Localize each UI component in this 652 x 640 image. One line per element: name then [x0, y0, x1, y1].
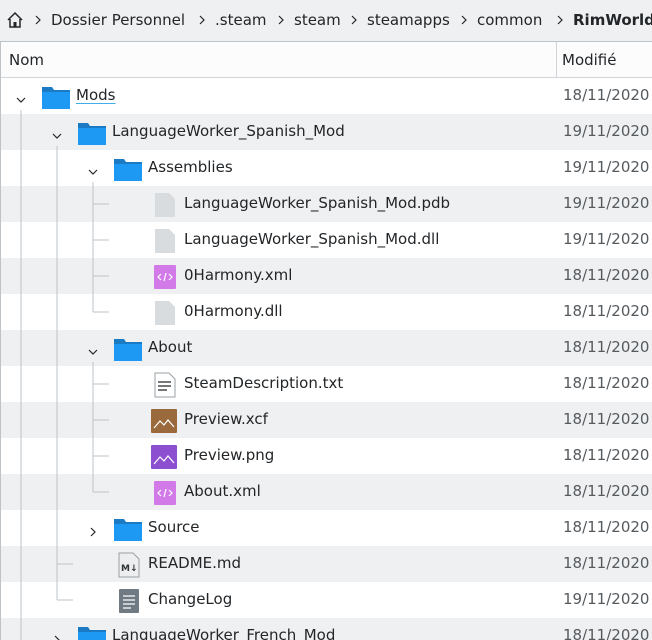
breadcrumb-label: .steam: [215, 11, 267, 29]
chevron-down-icon[interactable]: [16, 91, 26, 103]
modified-date: 18/11/2020: [563, 446, 650, 464]
table-row[interactable]: About.xml 18/11/2020: [1, 474, 652, 510]
file-name: Assemblies: [148, 158, 233, 176]
png-image-icon: [149, 444, 179, 470]
chevron-right-icon: [278, 15, 284, 25]
column-header-modified[interactable]: Modifié: [562, 51, 617, 69]
home-icon[interactable]: [5, 10, 25, 30]
folder-icon: [113, 156, 143, 182]
file-icon: [149, 228, 179, 254]
folder-icon: [113, 336, 143, 362]
table-row[interactable]: Source 18/11/2020: [1, 510, 652, 546]
file-name: 0Harmony.dll: [184, 302, 283, 320]
chevron-right-icon[interactable]: [88, 523, 98, 537]
table-row[interactable]: 0Harmony.dll 18/11/2020: [1, 294, 652, 330]
modified-date: 18/11/2020: [563, 626, 650, 640]
file-name: LanguageWorker_Spanish_Mod.dll: [184, 230, 440, 248]
column-separator[interactable]: [556, 42, 557, 77]
file-name: About: [148, 338, 193, 356]
modified-date: 19/11/2020: [563, 230, 650, 248]
table-row[interactable]: LanguageWorker_Spanish_Mod.pdb 19/11/2020: [1, 186, 652, 222]
file-name: LanguageWorker_French_Mod: [112, 626, 336, 640]
table-row[interactable]: SteamDescription.txt 18/11/2020: [1, 366, 652, 402]
file-name: Preview.png: [184, 446, 275, 464]
chevron-down-icon[interactable]: [52, 127, 62, 139]
file-name: Preview.xcf: [184, 410, 268, 428]
column-header: Nom Modifié: [1, 42, 652, 78]
table-row[interactable]: Preview.png 18/11/2020: [1, 438, 652, 474]
file-tree-view[interactable]: Nom Modifié Mods 18/11/2020 LanguageWorker…: [0, 41, 652, 640]
breadcrumb: Dossier Personnel .steam steam steamapps…: [0, 0, 652, 41]
table-row[interactable]: LanguageWorker_Spanish_Mod.dll 19/11/2020: [1, 222, 652, 258]
table-row[interactable]: ChangeLog 19/11/2020: [1, 582, 652, 618]
modified-date: 18/11/2020: [563, 338, 650, 356]
breadcrumb-label: Dossier Personnel: [51, 11, 185, 29]
chevron-right-icon: [199, 15, 205, 25]
file-icon: [149, 192, 179, 218]
breadcrumb-label: common: [477, 11, 543, 29]
folder-icon: [113, 516, 143, 542]
file-name: SteamDescription.txt: [184, 374, 344, 392]
modified-date: 19/11/2020: [563, 194, 650, 212]
chevron-right-icon: [351, 15, 357, 25]
changelog-file-icon: [113, 588, 143, 614]
xml-file-icon: [149, 264, 179, 290]
file-name: Source: [148, 518, 200, 536]
breadcrumb-label: RimWorld: [573, 11, 652, 29]
file-name: About.xml: [184, 482, 261, 500]
modified-date: 18/11/2020: [563, 374, 650, 392]
column-header-name[interactable]: Nom: [9, 51, 44, 69]
chevron-right-icon: [35, 15, 41, 25]
file-name: LanguageWorker_Spanish_Mod: [112, 122, 345, 140]
file-name: LanguageWorker_Spanish_Mod.pdb: [184, 194, 451, 212]
modified-date: 18/11/2020: [563, 482, 650, 500]
table-row[interactable]: 0Harmony.xml 18/11/2020: [1, 258, 652, 294]
table-row[interactable]: M↓ README.md 18/11/2020: [1, 546, 652, 582]
xcf-image-icon: [149, 408, 179, 434]
folder-icon: [77, 624, 107, 640]
table-row[interactable]: LanguageWorker_French_Mod 18/11/2020: [1, 618, 652, 640]
table-row[interactable]: Assemblies 19/11/2020: [1, 150, 652, 186]
modified-date: 18/11/2020: [563, 518, 650, 536]
file-list: Mods 18/11/2020 LanguageWorker_Spanish_Mod…: [1, 78, 652, 640]
xml-file-icon: [149, 480, 179, 506]
file-icon: [149, 300, 179, 326]
folder-icon: [41, 84, 71, 110]
chevron-right-icon: [461, 15, 467, 25]
breadcrumb-label: steam: [294, 11, 341, 29]
breadcrumb-label: steamapps: [367, 11, 450, 29]
file-name: 0Harmony.xml: [184, 266, 293, 284]
modified-date: 18/11/2020: [563, 554, 650, 572]
modified-date: 19/11/2020: [563, 122, 650, 140]
markdown-file-icon: M↓: [113, 552, 143, 578]
modified-date: 18/11/2020: [563, 266, 650, 284]
modified-date: 18/11/2020: [563, 86, 650, 104]
svg-text:M↓: M↓: [121, 564, 138, 574]
modified-date: 19/11/2020: [563, 158, 650, 176]
file-name: Mods: [76, 86, 116, 104]
modified-date: 18/11/2020: [563, 302, 650, 320]
file-name: README.md: [148, 554, 242, 572]
modified-date: 18/11/2020: [563, 410, 650, 428]
table-row[interactable]: Preview.xcf 18/11/2020: [1, 402, 652, 438]
folder-icon: [77, 120, 107, 146]
chevron-down-icon[interactable]: [88, 343, 98, 355]
table-row[interactable]: LanguageWorker_Spanish_Mod 19/11/2020: [1, 114, 652, 150]
table-row[interactable]: About 18/11/2020: [1, 330, 652, 366]
modified-date: 19/11/2020: [563, 590, 650, 608]
table-row[interactable]: Mods 18/11/2020: [1, 78, 652, 114]
text-file-icon: [149, 372, 179, 398]
chevron-down-icon[interactable]: [88, 163, 98, 175]
file-name: ChangeLog: [148, 590, 233, 608]
chevron-right-icon: [557, 15, 563, 25]
